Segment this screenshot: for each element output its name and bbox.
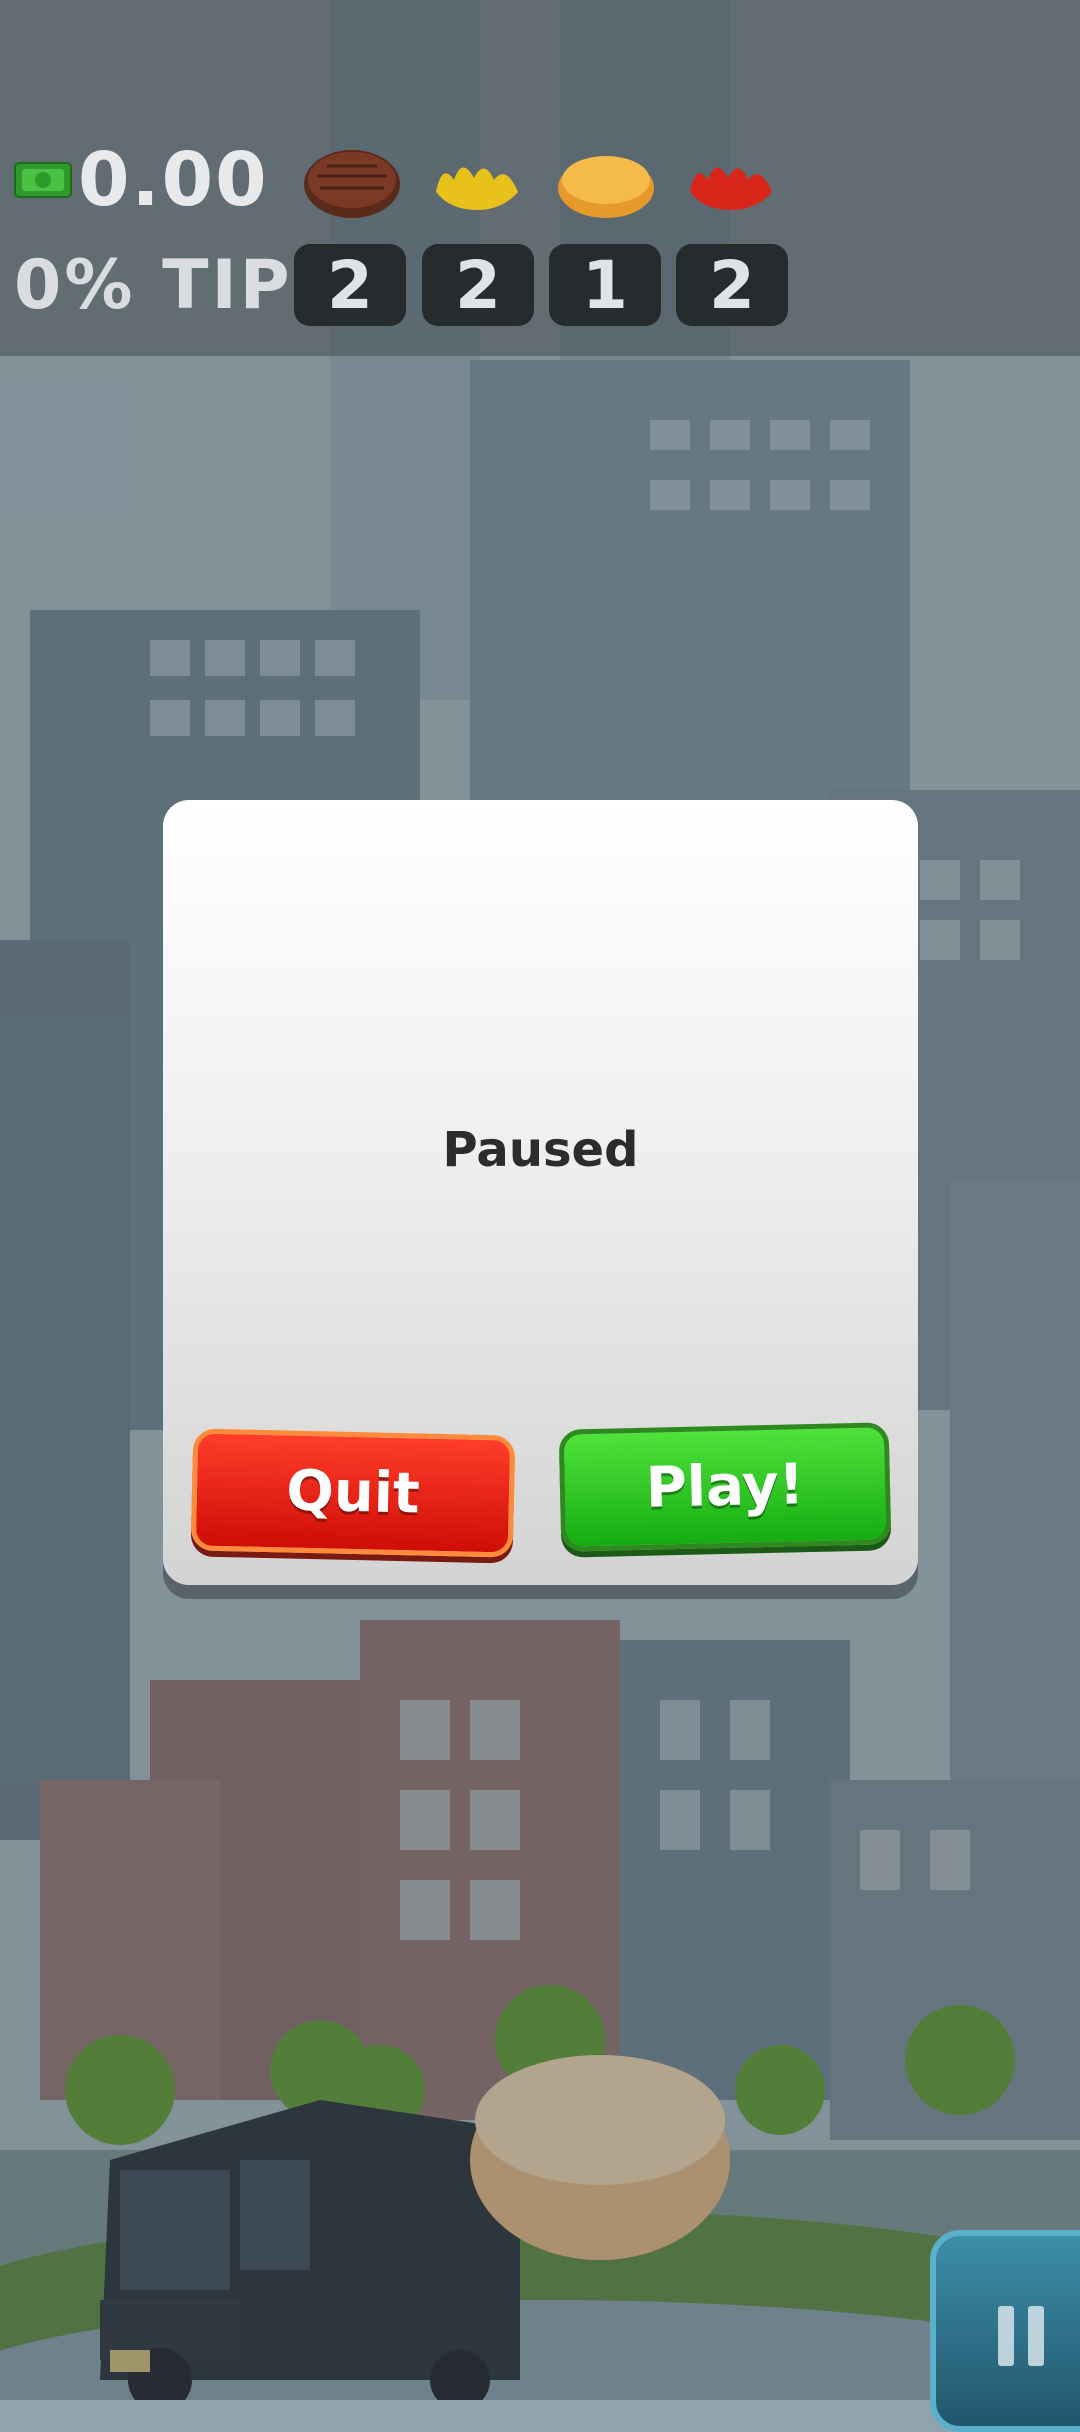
patty-icon (304, 150, 400, 218)
mustard-icon (436, 167, 518, 210)
hud-bar: 0.00 0% TIP 2 2 1 2 (0, 0, 1080, 356)
dialog-title: Paused (442, 1122, 639, 1178)
cheese-count: 1 (549, 244, 661, 326)
play-button[interactable]: Play! (558, 1422, 892, 1552)
money-icon (14, 162, 72, 198)
ketchup-count: 2 (676, 244, 788, 326)
money-amount: 0.00 (78, 137, 269, 223)
mustard-count: 2 (422, 244, 534, 326)
pause-button[interactable] (930, 2230, 1080, 2432)
cheese-icon (558, 156, 654, 218)
ketchup-icon (690, 167, 772, 210)
patty-count: 2 (294, 244, 406, 326)
quit-button[interactable]: Quit (190, 1428, 516, 1558)
tip-percent: 0% TIP (14, 246, 293, 325)
